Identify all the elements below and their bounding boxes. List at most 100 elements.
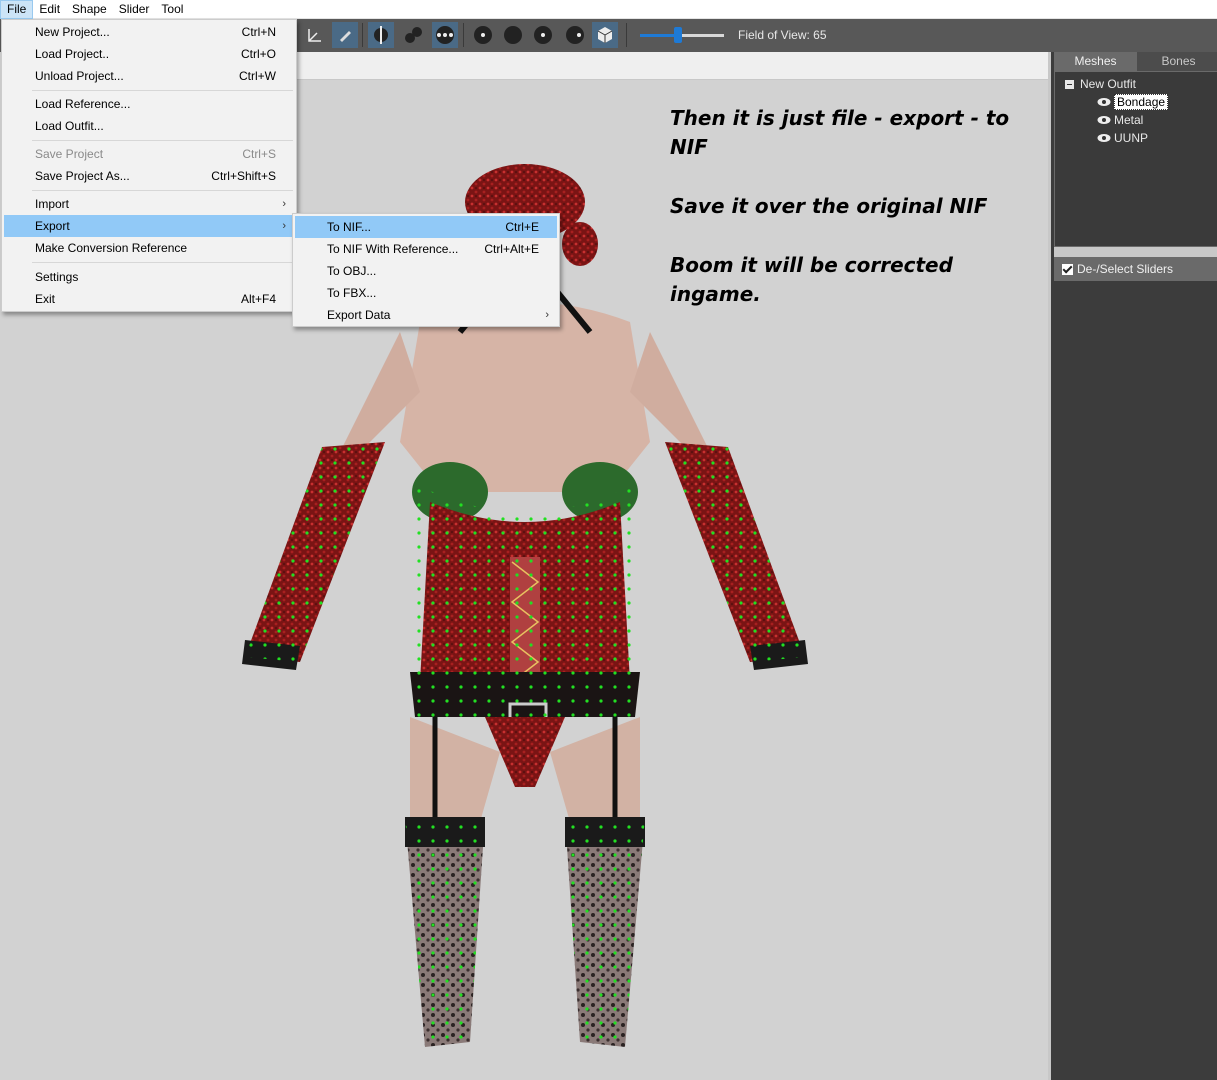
submenu-arrow-icon: › — [282, 220, 286, 232]
export-submenu: To NIF... Ctrl+E To NIF With Reference...… — [292, 213, 560, 327]
menu-item-shortcut: Alt+F4 — [240, 292, 276, 306]
menu-slider[interactable]: Slider — [113, 0, 156, 19]
menu-item-label: Import — [35, 197, 70, 211]
panel-tabs: Meshes Bones — [1054, 52, 1217, 71]
tab-meshes[interactable]: Meshes — [1054, 52, 1137, 71]
tree-item-metal[interactable]: Metal — [1055, 111, 1217, 129]
cube-icon — [597, 27, 613, 43]
menu-item-to-nif-with-reference[interactable]: To NIF With Reference... Ctrl+Alt+E — [295, 238, 557, 260]
instruction-line-1: Then it is just file - export - to NIF — [670, 106, 1010, 159]
tab-bones[interactable]: Bones — [1137, 52, 1217, 71]
file-menu: New Project... Ctrl+N Load Project.. Ctrl+… — [1, 19, 297, 312]
menu-item-label: Unload Project... — [35, 69, 124, 83]
menu-item-save-project-as[interactable]: Save Project As... Ctrl+Shift+S — [4, 165, 294, 187]
tree-root-label: New Outfit — [1080, 77, 1137, 91]
toolbar-separator — [463, 23, 464, 47]
mirror-x-button[interactable] — [368, 22, 394, 48]
menu-edit[interactable]: Edit — [33, 0, 66, 19]
brush-sphere-icon — [474, 26, 492, 44]
menu-item-shortcut: Ctrl+E — [505, 220, 539, 234]
brush-standard-button[interactable] — [470, 22, 496, 48]
transform-icon — [308, 29, 321, 42]
brush-move-button[interactable] — [562, 22, 588, 48]
tree-item-bondage[interactable]: Bondage — [1055, 93, 1217, 111]
menu-file[interactable]: File — [0, 0, 34, 19]
fov-slider[interactable] — [640, 27, 724, 43]
menu-item-label: Load Project.. — [35, 47, 110, 61]
menu-item-shortcut: Ctrl+S — [242, 147, 276, 161]
menu-item-label: To OBJ... — [327, 264, 377, 278]
menu-item-unload-project[interactable]: Unload Project... Ctrl+W — [4, 65, 294, 87]
brush-smooth-button[interactable] — [530, 22, 556, 48]
menu-item-label: Export — [35, 219, 70, 233]
eye-icon[interactable] — [1097, 115, 1111, 125]
menu-item-load-outfit[interactable]: Load Outfit... — [4, 115, 294, 137]
menu-item-to-obj[interactable]: To OBJ... — [295, 260, 557, 282]
tree-item-uunp[interactable]: UUNP — [1055, 129, 1217, 147]
brush-tool-button[interactable] — [332, 22, 358, 48]
panel-splitter[interactable] — [1054, 247, 1217, 257]
tree-item-label: Metal — [1114, 113, 1144, 127]
menu-item-make-conversion-reference[interactable]: Make Conversion Reference — [4, 237, 294, 259]
menu-item-label: Settings — [35, 270, 79, 284]
brush-smooth-icon — [534, 26, 552, 44]
fov-label: Field of View: 65 — [738, 28, 827, 42]
sliders-header-label: De-/Select Sliders — [1077, 262, 1174, 276]
menu-separator — [32, 140, 293, 141]
menu-item-label: Load Outfit... — [35, 119, 104, 133]
brush-deflate-button[interactable] — [500, 22, 526, 48]
menu-item-exit[interactable]: Exit Alt+F4 — [4, 288, 294, 310]
menu-shape[interactable]: Shape — [66, 0, 113, 19]
menu-item-label: To NIF... — [327, 220, 372, 234]
menu-item-settings[interactable]: Settings — [4, 266, 294, 288]
menu-item-label: To FBX... — [327, 286, 377, 300]
fov-slider-fill — [640, 34, 678, 37]
menu-item-to-fbx[interactable]: To FBX... — [295, 282, 557, 304]
toolbar-separator — [362, 23, 363, 47]
select-sliders-toggle[interactable]: De-/Select Sliders — [1054, 257, 1217, 281]
tree-item-label: UUNP — [1114, 131, 1149, 145]
transform-tool-button[interactable] — [302, 22, 328, 48]
menu-item-shortcut: Ctrl+O — [240, 47, 276, 61]
right-panel: Meshes Bones New Outfit Bondage Metal UU… — [1048, 52, 1217, 1080]
menu-item-new-project[interactable]: New Project... Ctrl+N — [4, 21, 294, 43]
menu-bar: File Edit Shape Slider Tool — [0, 0, 1217, 19]
brush-icon — [340, 31, 351, 42]
xray-button[interactable] — [432, 22, 458, 48]
menu-item-shortcut: Ctrl+Shift+S — [211, 169, 276, 183]
mesh-tree: New Outfit Bondage Metal UUNP — [1054, 71, 1217, 247]
toolbar-separator — [626, 23, 627, 47]
menu-item-load-project[interactable]: Load Project.. Ctrl+O — [4, 43, 294, 65]
menu-separator — [32, 90, 293, 91]
submenu-arrow-icon: › — [545, 309, 549, 321]
menu-item-to-nif[interactable]: To NIF... Ctrl+E — [295, 216, 557, 238]
eye-icon[interactable] — [1097, 133, 1111, 143]
checkbox-checked-icon[interactable] — [1062, 263, 1073, 275]
menu-item-label: Save Project As... — [35, 169, 130, 183]
mirror-icon — [374, 26, 388, 44]
menu-item-label: New Project... — [35, 25, 110, 39]
menu-item-save-project: Save Project Ctrl+S — [4, 143, 294, 165]
menu-separator — [32, 262, 293, 263]
instruction-text: Then it is just file - export - to NIF S… — [670, 104, 1030, 339]
menu-item-export-data[interactable]: Export Data › — [295, 304, 557, 326]
menu-item-label: Save Project — [35, 147, 104, 161]
fov-slider-thumb[interactable] — [673, 27, 682, 43]
collapse-icon[interactable] — [1065, 79, 1074, 89]
menu-item-import[interactable]: Import › — [4, 193, 294, 215]
eye-icon[interactable] — [1097, 97, 1111, 107]
brush-move-icon — [566, 26, 584, 44]
submenu-arrow-icon: › — [282, 198, 286, 210]
menu-item-label: To NIF With Reference... — [327, 242, 459, 256]
menu-item-shortcut: Ctrl+N — [241, 25, 276, 39]
menu-item-label: Make Conversion Reference — [35, 241, 188, 255]
dots-icon — [436, 26, 454, 44]
menu-tool[interactable]: Tool — [155, 0, 189, 19]
menu-item-load-reference[interactable]: Load Reference... — [4, 93, 294, 115]
viewport-header — [296, 52, 1048, 80]
wireframe-button[interactable] — [592, 22, 618, 48]
tree-root[interactable]: New Outfit — [1055, 75, 1217, 93]
connected-select-button[interactable] — [400, 22, 426, 48]
menu-separator — [32, 190, 293, 191]
menu-item-export[interactable]: Export › — [4, 215, 294, 237]
